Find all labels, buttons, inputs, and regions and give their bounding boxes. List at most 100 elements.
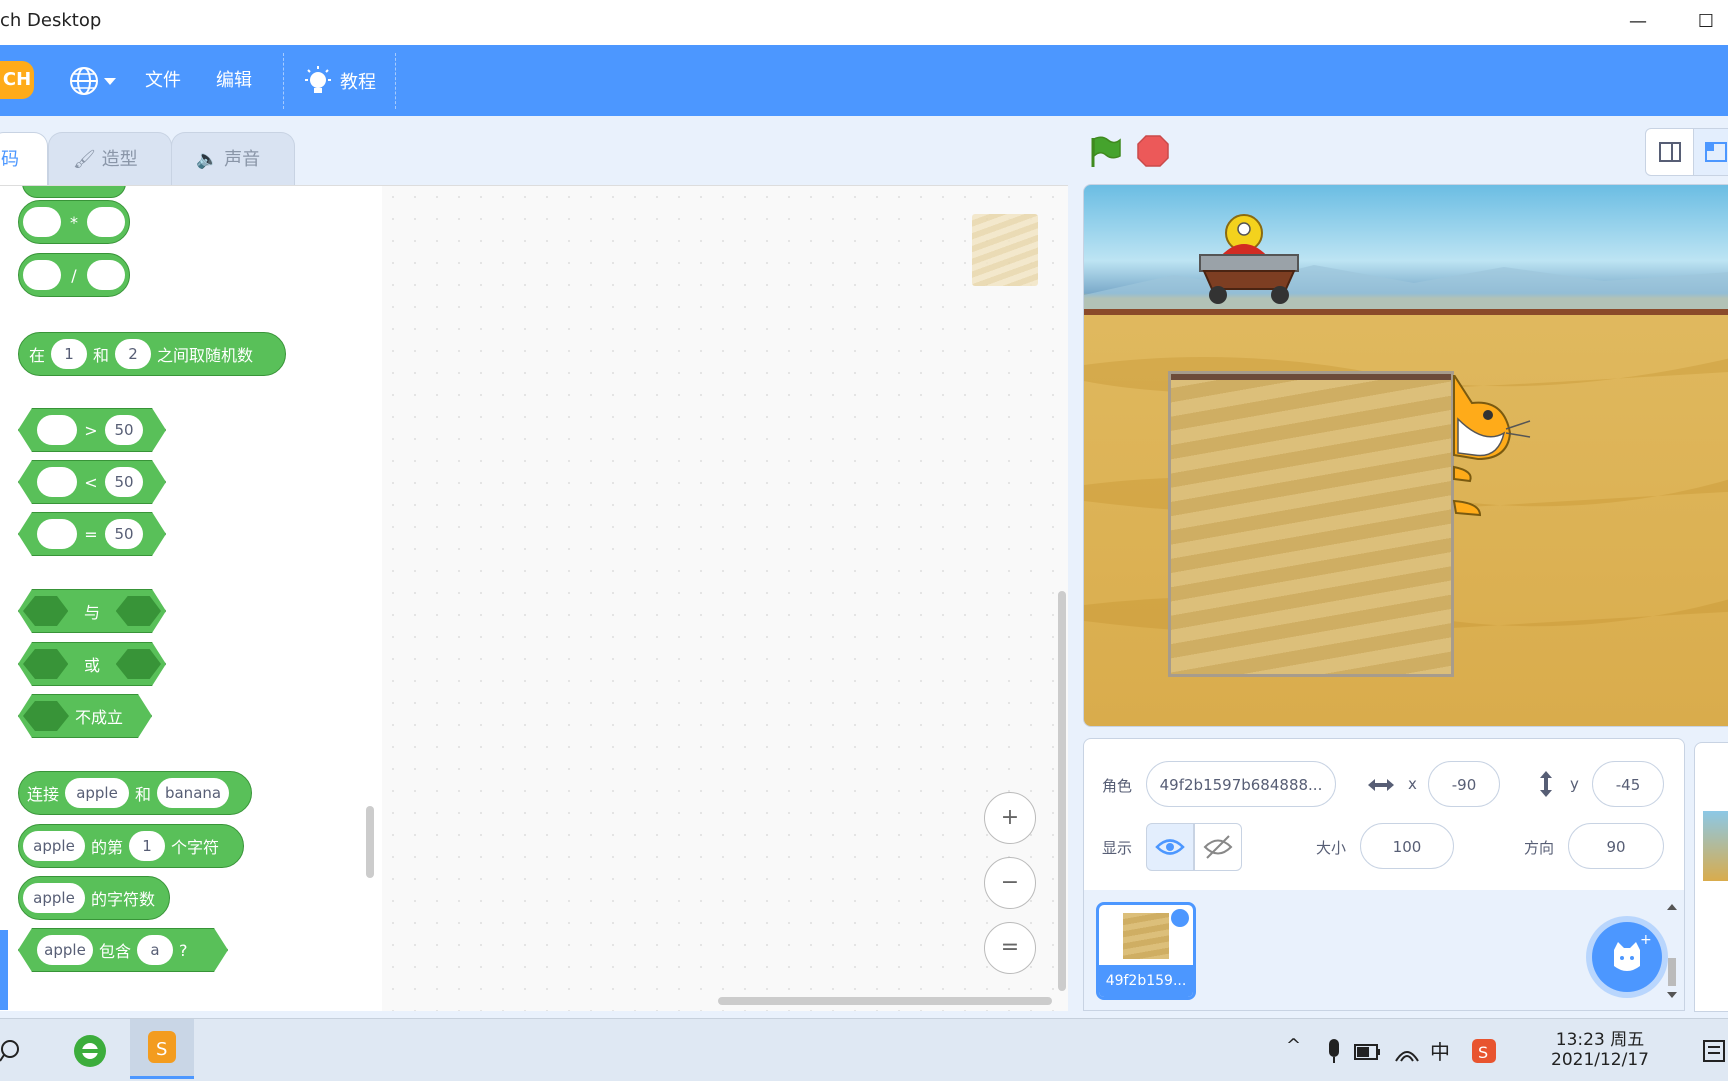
sprite-thumbnail-image <box>1123 913 1169 959</box>
size-input[interactable]: 100 <box>1360 823 1454 869</box>
letter-of-index-input[interactable]: 1 <box>129 831 166 861</box>
x-position-input[interactable]: -90 <box>1428 761 1500 807</box>
search-icon[interactable] <box>0 1037 30 1067</box>
sand-sprite-box[interactable] <box>1168 371 1454 677</box>
sogou-input-icon[interactable]: S <box>1470 1037 1498 1065</box>
language-menu[interactable] <box>68 63 122 99</box>
browser-taskbar-icon[interactable] <box>68 1029 112 1073</box>
operand-slot[interactable] <box>86 260 125 290</box>
random-to-input[interactable]: 2 <box>115 339 152 369</box>
compare-left-slot[interactable] <box>37 467 77 497</box>
ime-indicator[interactable]: 中 <box>1430 1036 1450 1065</box>
compare-left-slot[interactable] <box>37 519 77 549</box>
and-block[interactable]: 与 <box>18 589 166 633</box>
operand-slot[interactable] <box>23 260 62 290</box>
join-second-input[interactable]: banana <box>157 778 230 808</box>
palette-scrollbar[interactable] <box>366 806 374 878</box>
cat-add-icon: + <box>1614 932 1652 971</box>
letter-of-mid: 的第 <box>91 838 124 857</box>
letter-of-block[interactable]: apple 的第 1 个字符 <box>18 824 244 868</box>
speaker-icon: 🔈 <box>196 149 219 170</box>
contains-string-input[interactable]: apple <box>37 935 93 965</box>
contains-substring-input[interactable]: a <box>137 935 173 965</box>
less-than-block[interactable]: < 50 <box>18 460 166 504</box>
direction-input[interactable]: 90 <box>1568 823 1664 869</box>
boolean-slot[interactable] <box>116 596 161 626</box>
minimize-button[interactable]: — <box>1610 0 1666 44</box>
boolean-slot[interactable] <box>23 701 69 731</box>
zoom-out-button[interactable]: − <box>984 857 1036 909</box>
join-first-input[interactable]: apple <box>65 778 130 808</box>
scratch-logo[interactable]: CH <box>0 61 34 99</box>
hide-sprite-button[interactable] <box>1194 823 1242 871</box>
stop-icon[interactable] <box>1136 134 1170 168</box>
notifications-icon[interactable] <box>1700 1037 1728 1065</box>
script-area[interactable]: + − = <box>382 185 1068 1011</box>
tray-chevron-icon[interactable]: ^ <box>1286 1035 1301 1056</box>
compare-value-input[interactable]: 50 <box>105 519 143 549</box>
sprite-list: 49f2b159... + <box>1083 890 1685 1011</box>
miner-cart-sprite[interactable] <box>1194 209 1304 309</box>
boolean-slot[interactable] <box>23 596 68 626</box>
multiply-operator: * <box>70 212 78 232</box>
boolean-slot[interactable] <box>116 649 161 679</box>
random-block[interactable]: 在 1 和 2 之间取随机数 <box>18 332 286 376</box>
green-flag-icon[interactable] <box>1088 134 1124 170</box>
add-sprite-button[interactable]: + <box>1592 922 1662 992</box>
contains-block[interactable]: apple 包含 a ? <box>18 928 228 972</box>
letter-of-string-input[interactable]: apple <box>23 831 85 861</box>
wifi-icon[interactable] <box>1392 1037 1422 1065</box>
compare-left-slot[interactable] <box>37 415 77 445</box>
boolean-slot[interactable] <box>23 649 68 679</box>
browser-icon <box>74 1035 106 1067</box>
window-title: ch Desktop <box>0 10 102 31</box>
or-block[interactable]: 或 <box>18 642 166 686</box>
length-of-block[interactable]: apple 的字符数 <box>18 876 170 920</box>
script-horizontal-scrollbar[interactable] <box>718 997 1052 1005</box>
random-from-input[interactable]: 1 <box>51 339 88 369</box>
tab-sounds[interactable]: 🔈 声音 <box>171 132 295 186</box>
stage[interactable] <box>1083 184 1728 727</box>
show-sprite-button[interactable] <box>1146 823 1194 871</box>
stage-target-pane[interactable] <box>1694 742 1728 1012</box>
greater-than-block[interactable]: > 50 <box>18 408 166 452</box>
delete-sprite-icon[interactable] <box>1171 909 1189 927</box>
equals-block[interactable]: = 50 <box>18 512 166 556</box>
show-label: 显示 <box>1102 839 1133 857</box>
battery-icon[interactable] <box>1352 1037 1382 1065</box>
tab-sounds-label: 声音 <box>224 149 261 170</box>
sprite-list-scrollbar[interactable] <box>1666 902 1678 998</box>
caret-down-icon <box>104 78 116 85</box>
compare-value-input[interactable]: 50 <box>105 467 143 497</box>
microphone-icon[interactable] <box>1320 1037 1348 1065</box>
zoom-in-button[interactable]: + <box>984 792 1036 844</box>
y-position-input[interactable]: -45 <box>1592 761 1664 807</box>
length-of-input[interactable]: apple <box>23 883 85 913</box>
sprite-thumbnail[interactable]: 49f2b159... <box>1096 902 1196 1000</box>
divide-block[interactable]: / <box>18 253 130 297</box>
tab-code[interactable]: 码 <box>0 132 48 186</box>
file-menu[interactable]: 文件 <box>145 45 181 116</box>
edit-menu[interactable]: 编辑 <box>216 45 252 116</box>
tab-costumes-label: 造型 <box>101 149 138 170</box>
join-block[interactable]: 连接 apple 和 banana <box>18 771 252 815</box>
block-palette: * / 在 1 和 2 之间取随机数 > 50 < 50 = 50 与 或 不成… <box>0 185 383 1011</box>
horizontal-arrows-icon <box>1368 779 1394 791</box>
clock[interactable]: 13:23 周五 2021/12/17 <box>1540 1025 1660 1070</box>
maximize-button[interactable]: ☐ <box>1678 0 1728 44</box>
script-vertical-scrollbar[interactable] <box>1058 591 1066 991</box>
zoom-reset-button[interactable]: = <box>984 922 1036 974</box>
multiply-block[interactable]: * <box>18 200 130 244</box>
tab-costumes[interactable]: 🖌 造型 <box>48 132 172 186</box>
tutorials-button[interactable]: 教程 <box>304 45 376 116</box>
compare-value-input[interactable]: 50 <box>105 415 143 445</box>
operand-slot[interactable] <box>86 207 125 237</box>
sprite-name-input[interactable]: 49f2b1597b684888... <box>1146 761 1336 807</box>
not-block[interactable]: 不成立 <box>18 694 152 738</box>
large-stage-button[interactable] <box>1693 128 1728 176</box>
partial-block[interactable] <box>22 186 126 198</box>
operand-slot[interactable] <box>23 207 62 237</box>
cat-sprite[interactable] <box>1444 375 1534 525</box>
small-stage-button[interactable] <box>1645 128 1695 176</box>
scratch-taskbar-icon[interactable]: S <box>130 1019 194 1079</box>
